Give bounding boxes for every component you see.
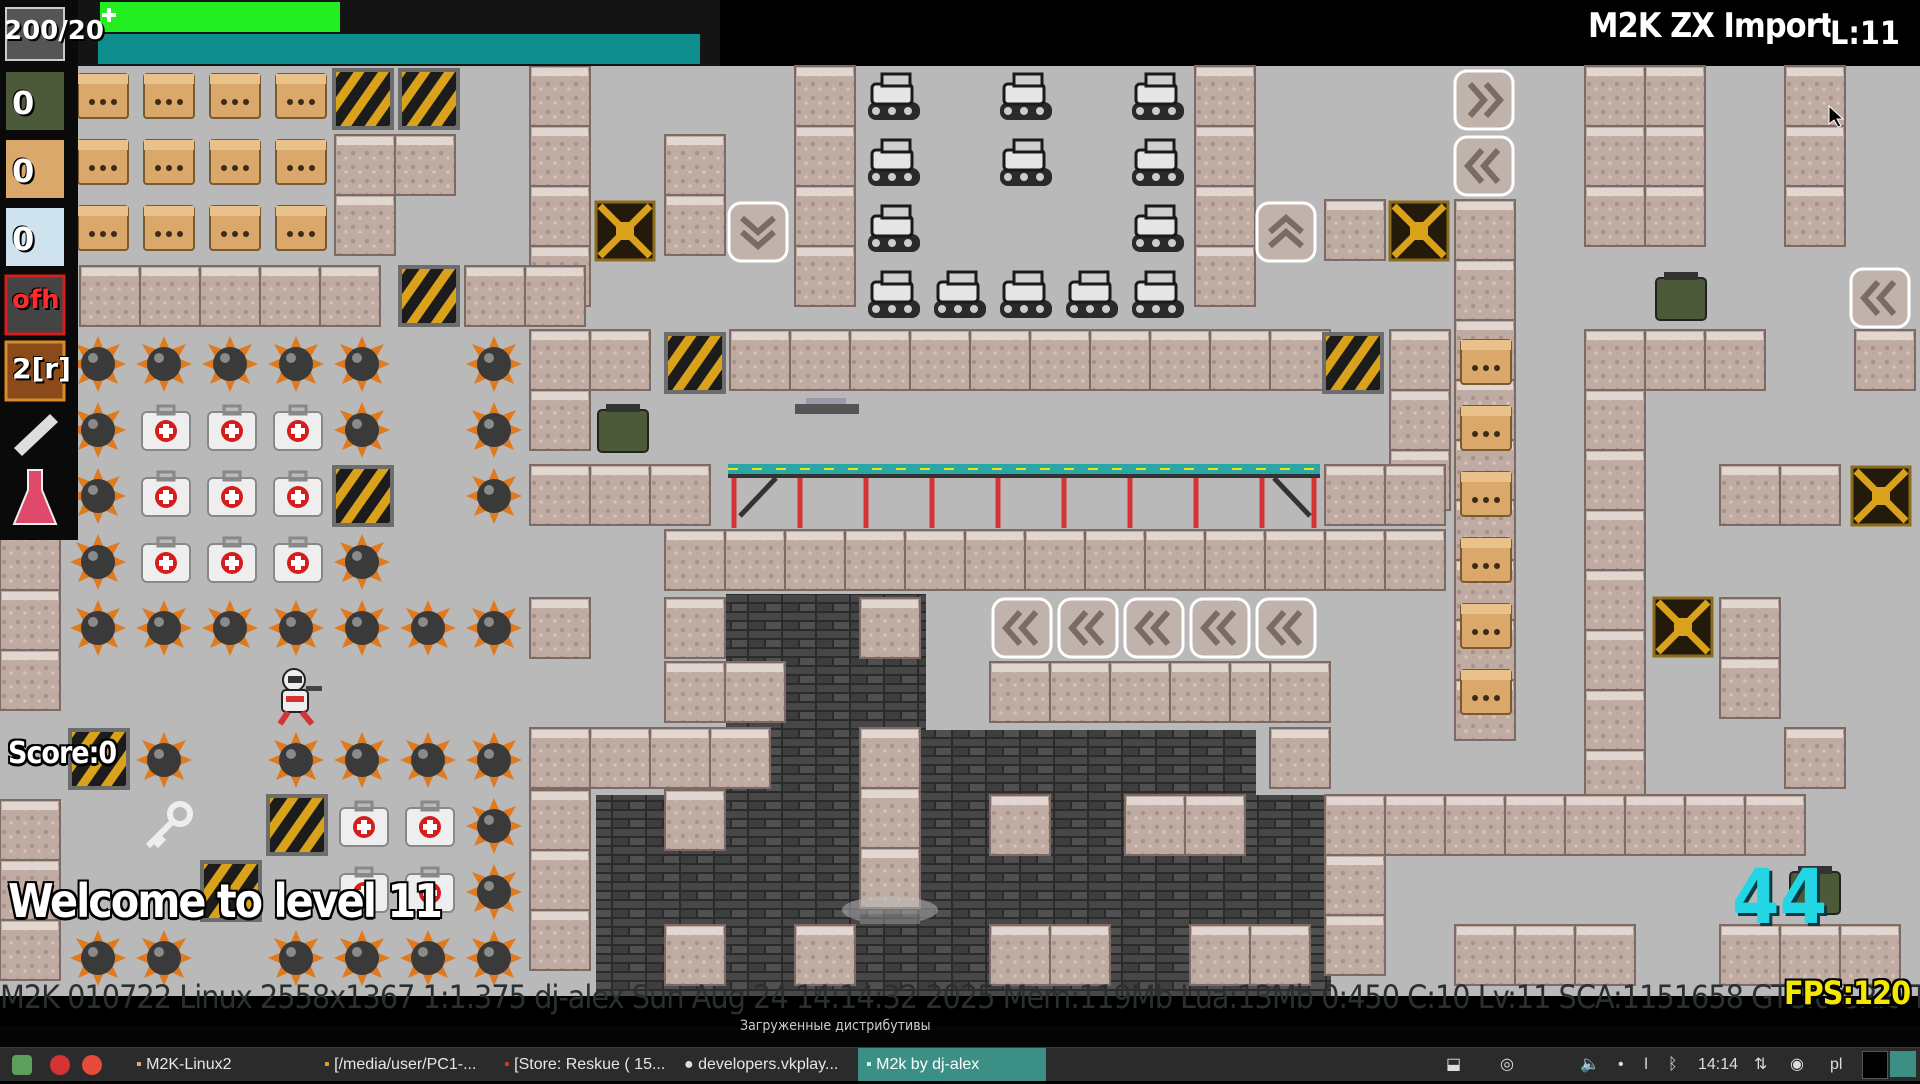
- messenger-icon[interactable]: ◉: [1790, 1048, 1804, 1081]
- energy-bar: [98, 34, 700, 64]
- taskbar-item-terminal[interactable]: ▪ [/media/user/PC1-...: [316, 1048, 494, 1081]
- taskbar-item-folder[interactable]: ▪ M2K-Linux2: [128, 1048, 306, 1081]
- folder-icon: ▪: [136, 1056, 147, 1073]
- moving-platform: [795, 404, 859, 414]
- network-icon[interactable]: ⇅: [1754, 1048, 1767, 1081]
- bluetooth-icon[interactable]: ᛒ: [1668, 1048, 1678, 1081]
- taskbar-item-store[interactable]: ▪ [Store: Reskue ( 15...: [496, 1048, 674, 1081]
- mic-off-icon[interactable]: ǀ: [1644, 1048, 1648, 1081]
- game-icon: ▪: [866, 1056, 877, 1073]
- taskbar: ▪ M2K-Linux2 ▪ [/media/user/PC1-... ▪ [S…: [0, 1047, 1920, 1081]
- app-menu-icon[interactable]: [12, 1055, 32, 1075]
- volume-icon[interactable]: 🔈: [1580, 1048, 1600, 1081]
- countdown-counter: 44: [1732, 852, 1828, 941]
- slot-count-keycard: 2[r]: [12, 352, 71, 385]
- clock[interactable]: 14:14: [1698, 1048, 1738, 1081]
- workspace-2[interactable]: [1890, 1051, 1916, 1077]
- slot-count-crate: 0: [12, 152, 35, 190]
- level-indicator: L:11: [1830, 14, 1900, 52]
- workspace-1[interactable]: [1862, 1051, 1888, 1079]
- fps-counter: FPS:120: [1784, 974, 1911, 1012]
- taskbar-item-developers[interactable]: ● developers.vkplay...: [676, 1048, 860, 1081]
- vivaldi-icon[interactable]: [50, 1055, 70, 1075]
- game-title: M2K ZX Import: [1588, 6, 1834, 46]
- debug-line: M2K 010722 Linux 2558x1367 1:1.375 dj-al…: [0, 978, 1920, 1016]
- ammo-capacity: 200/20: [4, 16, 104, 46]
- enemy-drone: [842, 896, 938, 924]
- game-screen[interactable]: 200/20 0 0 0 ofh 2[r] M2K ZX Import L:11…: [0, 0, 1920, 1080]
- subtitle-line: Загруженные дистрибутивы: [740, 1018, 931, 1034]
- mic-icon[interactable]: •: [1618, 1048, 1624, 1081]
- yandex-icon[interactable]: [82, 1055, 102, 1075]
- chrome-icon: ●: [684, 1056, 699, 1073]
- slot-count-ammo: 0: [12, 84, 35, 122]
- welcome-message: Welcome to level 11: [8, 874, 443, 928]
- score-label: Score:0: [8, 736, 117, 771]
- taskbar-item-m2k[interactable]: ▪ M2k by dj-alex: [858, 1048, 1046, 1081]
- slot-count-ice: 0: [12, 220, 35, 258]
- terminal-icon: ▪: [324, 1056, 335, 1073]
- health-bar: [100, 2, 340, 32]
- update-icon[interactable]: ◎: [1500, 1048, 1514, 1081]
- slot-count-bomb: ofh: [12, 285, 60, 315]
- tray-icon[interactable]: ⬓: [1446, 1048, 1461, 1081]
- keyboard-layout[interactable]: pl: [1830, 1048, 1842, 1081]
- browser-icon: ▪: [504, 1056, 515, 1073]
